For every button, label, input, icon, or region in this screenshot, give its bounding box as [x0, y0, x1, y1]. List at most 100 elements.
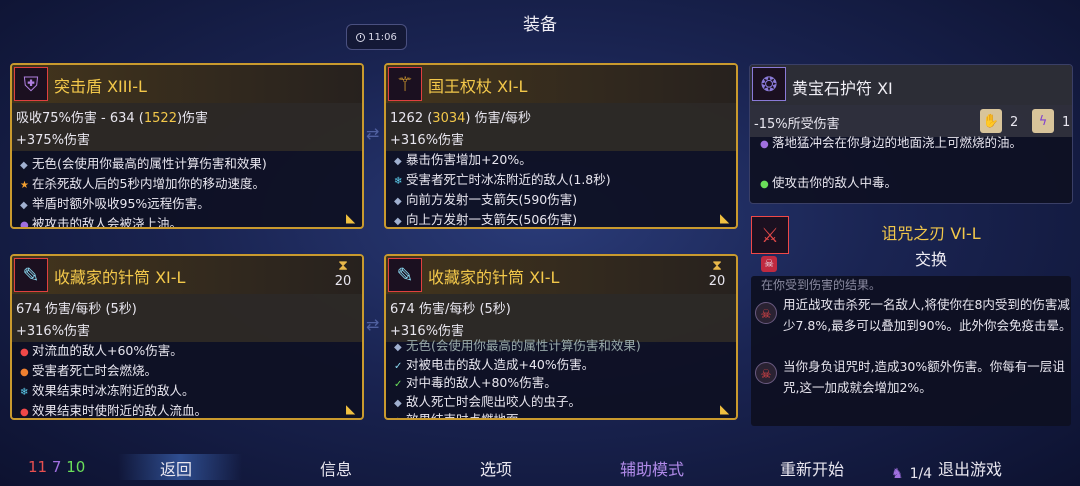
back-button[interactable]: 返回: [160, 456, 192, 480]
faded-text: 在你受到伤害的结果。: [761, 278, 882, 292]
green-resource: 10: [66, 458, 86, 476]
amulet-name: 黄宝石护符 XI: [792, 79, 893, 98]
bullet-icon: ◆: [394, 342, 402, 353]
primary-stat: 1262 (3034) 伤害/每秒: [390, 111, 531, 126]
effect-item: ❄ 受害者死亡时冰冻附近的敌人(1.8秒): [394, 171, 728, 191]
swap-button[interactable]: 交换: [749, 246, 1073, 270]
bleed-icon: ●: [20, 347, 29, 358]
damage-bonus: +375%伤害: [16, 133, 91, 148]
swap-item-panel[interactable]: ⚔ 诅咒之刃 VI-L 交换 ☠ 在你受到伤害的结果。 ☠ 用近战攻击杀死一名敌…: [749, 214, 1073, 482]
effect-list: ◆ 无色(会使用你最高的属性计算伤害和效果) ★ 在杀死敌人后的5秒内增加你的移动速…: [20, 155, 354, 229]
bullet-icon: ◆: [20, 200, 28, 211]
effect-item: ◆ 无色(会使用你最高的属性计算伤害和效果): [394, 338, 728, 357]
item-name: 突击盾 XIII-L: [54, 77, 147, 96]
effect-item: ● 落地猛冲会在你身边的地面浇上可燃烧的油。: [760, 133, 1064, 173]
frost-icon: ❄: [394, 176, 403, 187]
effect-item: ✓ 对被电击的敌人造成+40%伤害。: [394, 357, 728, 376]
effect-item: ◆ 举盾时额外吸收95%远程伤害。: [20, 195, 354, 215]
purple-rune-icon: ϟ: [1032, 109, 1054, 133]
item-count: ⧗ 20: [706, 258, 728, 289]
scepter-icon: ⚚: [388, 67, 422, 101]
primary-stat: 吸收75%伤害 - 634 (1522)伤害: [16, 111, 209, 126]
burn-icon: ●: [20, 367, 29, 378]
damage-bonus: +316%伤害: [16, 324, 91, 339]
rune-count: 1: [1062, 115, 1071, 130]
corner-ornament-icon: ◣: [346, 211, 356, 225]
card-header: ✎ 收藏家的针筒 XI-L ⧗ 20: [386, 256, 736, 294]
shield-icon: ⛨: [14, 67, 48, 101]
swap-item-name: 诅咒之刃 VI-L: [881, 224, 981, 243]
quit-game-button[interactable]: 退出游戏: [938, 456, 1002, 480]
swap-item-details: 在你受到伤害的结果。 ☠ 用近战攻击杀死一名敌人,将使你在8内受到的伤害减少7.…: [751, 276, 1072, 482]
effect-list: ◆ 无色(会使用你最高的属性计算伤害和效果) ✓ 对被电击的敌人造成+40%伤害。 …: [394, 338, 728, 418]
shock-icon: ✓: [394, 360, 403, 372]
options-button[interactable]: 选项: [480, 456, 512, 480]
red-resource: 11: [28, 458, 48, 476]
rune-count: 2: [1010, 115, 1019, 130]
card-header: ✎ 收藏家的针筒 XI-L ⧗ 20: [12, 256, 362, 294]
effect-item: ◆ 向前方发射一支箭矢(590伤害): [394, 191, 728, 211]
amulet-icon: ❂: [752, 67, 786, 101]
equipment-card-syringe-1[interactable]: ✎ 收藏家的针筒 XI-L ⧗ 20 674 伤害/每秒 (5秒) +316%伤害…: [10, 254, 364, 420]
amulet-effect-list: ● 落地猛冲会在你身边的地面浇上可燃烧的油。 ● 使攻击你的敌人中毒。: [760, 135, 1064, 195]
poison-icon: ●: [760, 179, 769, 190]
clock-badge: 11:06: [346, 24, 407, 50]
stat-area: 吸收75%伤害 - 634 (1522)伤害 +375%伤害: [12, 103, 362, 151]
frost-icon: ❄: [20, 387, 29, 398]
bottom-menu-bar: 11 7 10 返回 信息 选项 辅助模式 重新开始 退出游戏: [0, 450, 1080, 486]
syringe-icon: ✎: [14, 258, 48, 292]
corner-ornament-icon: ◣: [720, 211, 730, 225]
item-name: 收藏家的针筒 XI-L: [54, 268, 186, 287]
clock-time: 11:06: [368, 31, 397, 43]
swap-arrows-icon: ⇄: [366, 315, 380, 334]
bullet-icon: ◆: [394, 397, 402, 409]
equipment-card-shield[interactable]: ⛨ 突击盾 XIII-L 吸收75%伤害 - 634 (1522)伤害 +375…: [10, 63, 364, 229]
item-name: 国王权杖 XI-L: [428, 77, 528, 96]
stat-area: 1262 (3034) 伤害/每秒 +316%伤害: [386, 103, 736, 151]
effect-item: ● 使攻击你的敌人中毒。: [760, 173, 1064, 195]
equipment-card-scepter[interactable]: ⚚ 国王权杖 XI-L 1262 (3034) 伤害/每秒 +316%伤害 ◆ 暴…: [384, 63, 738, 229]
restart-button[interactable]: 重新开始: [780, 456, 844, 480]
effect-list: ● 对流血的敌人+60%伤害。 ● 受害者死亡时会燃烧。 ❄ 效果结束时冰冻附近的敌人…: [20, 342, 354, 418]
effect-item: ● 受害者死亡时会燃烧。: [20, 362, 354, 382]
bullet-icon: ◆: [394, 216, 402, 227]
bullet-icon: ◆: [20, 160, 28, 171]
bleed-icon: ●: [20, 407, 29, 418]
assist-mode-button[interactable]: 辅助模式: [620, 456, 684, 480]
effect-list: ◆ 暴击伤害增加+20%。 ❄ 受害者死亡时冰冻附近的敌人(1.8秒) ◆ 向前方发射…: [394, 151, 728, 227]
amulet-header: ❂ 黄宝石护符 XI: [750, 65, 1072, 105]
equipment-card-syringe-2[interactable]: ✎ 收藏家的针筒 XI-L ⧗ 20 674 伤害/每秒 (5秒) +316%伤害…: [384, 254, 738, 420]
amulet-panel[interactable]: ❂ 黄宝石护符 XI -15%所受伤害 ✋ 2 ϟ 1 ● 落地猛冲会在你身边的地…: [749, 64, 1073, 204]
damage-bonus: +316%伤害: [390, 133, 465, 148]
effect-item: ✓ 对中毒的敌人+80%伤害。: [394, 375, 728, 394]
item-name: 收藏家的针筒 XI-L: [428, 268, 560, 287]
effect-item: ● 被攻击的敌人会被浇上油。: [20, 215, 354, 229]
effect-item: ◆ 敌人死亡时会爬出咬人的虫子。: [394, 394, 728, 413]
skull-icon: ☠: [761, 256, 777, 272]
effect-item: ◆ 无色(会使用你最高的属性计算伤害和效果): [20, 155, 354, 175]
oil-icon: ●: [20, 220, 29, 229]
effect-item: ◆ 暴击伤害增加+20%。: [394, 151, 728, 171]
curse-perk-icon: ☠: [755, 362, 777, 384]
effect-item: ❄ 效果结束时冰冻附近的敌人。: [20, 382, 354, 402]
hourglass-icon: ⧗: [338, 258, 348, 274]
card-header: ⛨ 突击盾 XIII-L: [12, 65, 362, 103]
damage-bonus: +316%伤害: [390, 324, 465, 339]
effect-item: ◆ 向上方发射一支箭矢(506伤害): [394, 211, 728, 227]
syringe-icon: ✎: [388, 258, 422, 292]
screen-title: 装备: [523, 15, 557, 35]
stat-area: 674 伤害/每秒 (5秒) +316%伤害: [12, 294, 362, 342]
star-icon: ★: [20, 180, 29, 191]
corner-ornament-icon: ◣: [720, 402, 730, 416]
effect-item: ● 效果结束时使附近的敌人流血。: [20, 402, 354, 418]
poison-icon: ✓: [394, 379, 403, 390]
corner-ornament-icon: ◣: [346, 402, 356, 416]
hourglass-icon: ⧗: [712, 258, 722, 274]
effect-item: ★ 在杀死敌人后的5秒内增加你的移动速度。: [20, 175, 354, 195]
card-header: ⚚ 国王权杖 XI-L: [386, 65, 736, 103]
info-button[interactable]: 信息: [320, 456, 352, 480]
effect-item: ◆效果结束时点燃地面: [394, 412, 728, 418]
effect-item: ● 对流血的敌人+60%伤害。: [20, 342, 354, 362]
red-rune-icon: ✋: [980, 109, 1002, 133]
clock-icon: [356, 32, 366, 42]
